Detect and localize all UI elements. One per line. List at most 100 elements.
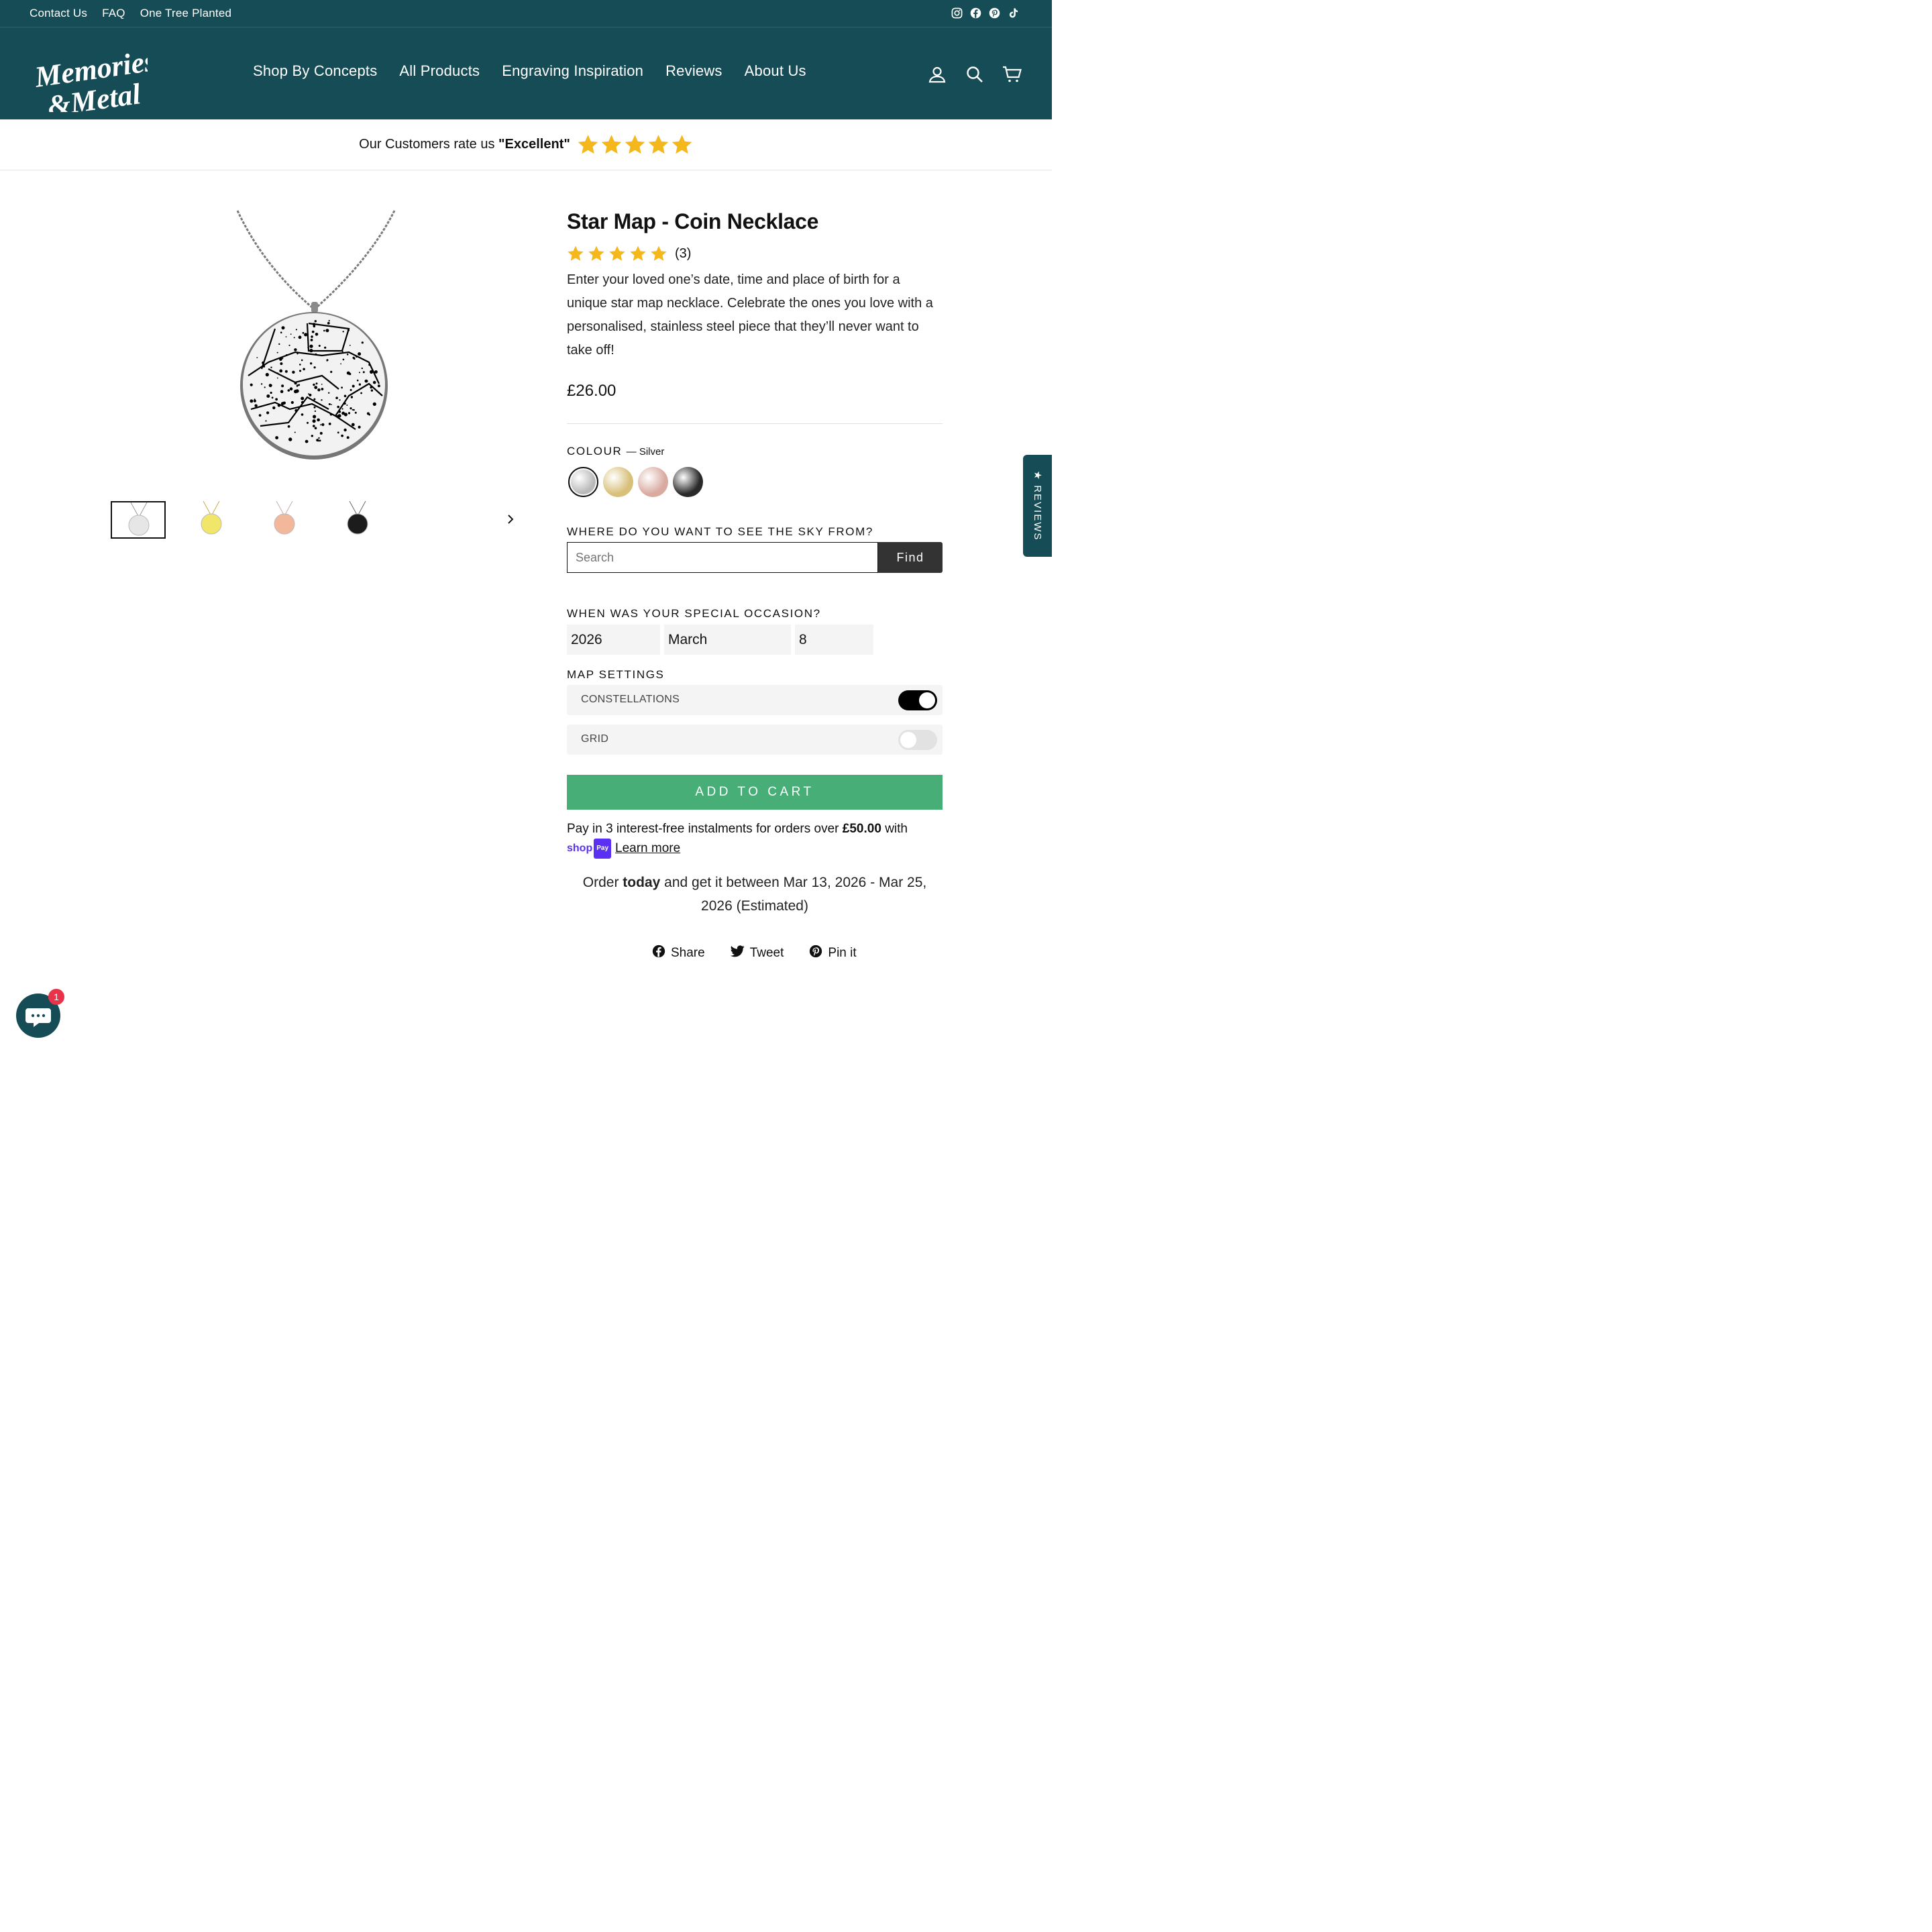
one-tree-planted-link[interactable]: One Tree Planted <box>140 7 231 20</box>
constellations-label: CONSTELLATIONS <box>581 694 680 705</box>
delivery-dates: and get it between Mar 13, 2026 - Mar 25… <box>660 875 927 914</box>
thumbnail-gold[interactable] <box>184 500 239 539</box>
star-icon <box>609 246 625 261</box>
reviews-tab-label: ★ REVIEWS <box>1031 470 1043 541</box>
swatch-gold[interactable] <box>603 467 633 497</box>
grid-toggle[interactable] <box>898 730 937 750</box>
toggle-knob <box>919 692 935 708</box>
year-select[interactable]: 2026 <box>567 625 660 655</box>
instagram-icon[interactable] <box>951 7 963 19</box>
location-label: Where do you want to see the sky from? <box>567 525 873 538</box>
review-count[interactable]: (3) <box>675 246 691 262</box>
location-search-input[interactable] <box>567 542 878 573</box>
contact-us-link[interactable]: Contact Us <box>30 7 87 20</box>
share-pinterest[interactable]: Pin it <box>809 945 857 962</box>
product-price: £26.00 <box>567 382 616 400</box>
thumbnail-black[interactable] <box>331 500 386 539</box>
facebook-icon <box>652 945 665 962</box>
day-select[interactable]: 8 <box>795 625 873 655</box>
product-thumbnails <box>111 500 527 540</box>
faq-link[interactable]: FAQ <box>102 7 125 20</box>
nav-shop-by-concepts[interactable]: Shop By Concepts <box>253 62 377 80</box>
share-label: Tweet <box>749 946 784 960</box>
star-icon <box>672 135 692 154</box>
shoppay-text-after: with <box>881 822 908 836</box>
customer-rating-bar: Our Customers rate us "Excellent" <box>0 119 1052 170</box>
shop-pay-logo: shop Pay <box>567 839 612 859</box>
pinterest-icon <box>809 945 822 962</box>
location-search: Find <box>567 542 943 573</box>
social-share: Share Tweet Pin it <box>652 945 857 962</box>
star-icon <box>578 135 598 154</box>
star-icon <box>568 246 584 261</box>
share-label: Pin it <box>828 946 857 960</box>
shop-pay-logo-pay: Pay <box>594 839 612 859</box>
rating-prefix: Our Customers rate us <box>359 137 499 152</box>
shop-pay-message: Pay in 3 interest-free instalments for o… <box>567 820 949 859</box>
nav-about-us[interactable]: About Us <box>745 62 806 80</box>
colour-label-text: Colour <box>567 445 623 458</box>
occasion-date: 2026 March 8 <box>567 625 873 655</box>
month-select[interactable]: March <box>664 625 791 655</box>
find-button[interactable]: Find <box>878 542 943 573</box>
chevron-right-icon[interactable] <box>506 513 515 529</box>
top-utility-bar: Contact Us FAQ One Tree Planted <box>0 0 1052 28</box>
star-icon <box>651 246 667 261</box>
social-links <box>951 7 1020 19</box>
pinterest-icon[interactable] <box>988 7 1001 19</box>
brand-logo[interactable]: Memories &Metal <box>32 38 158 123</box>
constellations-toggle[interactable] <box>898 690 937 710</box>
colour-selected-value: — Silver <box>626 446 665 458</box>
swatch-silver[interactable] <box>568 467 598 497</box>
product-rating[interactable]: (3) <box>567 245 691 262</box>
star-icon <box>588 246 604 261</box>
site-header: Memories &Metal Shop By Concepts All Pro… <box>0 28 1052 123</box>
top-links: Contact Us FAQ One Tree Planted <box>30 0 231 27</box>
map-settings-label: Map settings <box>567 668 665 681</box>
product-title: Star Map - Coin Necklace <box>567 209 819 233</box>
star-icon <box>601 135 622 154</box>
product-main-image[interactable] <box>228 208 402 463</box>
twitter-icon <box>730 945 745 961</box>
account-icon[interactable] <box>927 64 947 85</box>
share-facebook[interactable]: Share <box>652 945 705 962</box>
search-icon[interactable] <box>965 64 985 85</box>
reviews-side-tab[interactable]: ★ REVIEWS <box>1023 455 1052 557</box>
add-to-cart-button[interactable]: ADD TO CART <box>567 775 943 810</box>
thumbnail-silver[interactable] <box>111 501 166 539</box>
shop-pay-logo-shop: shop <box>567 843 593 854</box>
rating-stars <box>577 133 693 156</box>
star-icon <box>648 135 669 154</box>
product-description: Enter your loved one’s date, time and pl… <box>567 272 933 358</box>
delivery-today: today <box>623 875 661 890</box>
tiktok-icon[interactable] <box>1007 7 1020 19</box>
grid-setting: GRID <box>567 724 943 755</box>
nav-engraving-inspiration[interactable]: Engraving Inspiration <box>502 62 643 80</box>
swatch-rose-gold[interactable] <box>638 467 668 497</box>
rating-stars-small <box>567 245 667 262</box>
star-icon <box>630 246 646 261</box>
star-icon <box>625 135 645 154</box>
swatch-black[interactable] <box>673 467 703 497</box>
cart-icon[interactable] <box>1002 64 1022 85</box>
chat-notification-badge: 1 <box>48 989 64 1005</box>
main-nav: Shop By Concepts All Products Engraving … <box>253 62 806 80</box>
delivery-estimate: Order today and get it between Mar 13, 2… <box>567 871 943 918</box>
facebook-icon[interactable] <box>969 7 982 19</box>
delivery-prefix: Order <box>582 875 623 890</box>
grid-label: GRID <box>581 733 609 745</box>
divider <box>567 423 943 424</box>
shoppay-amount: £50.00 <box>842 822 881 836</box>
nav-all-products[interactable]: All Products <box>399 62 480 80</box>
colour-swatches <box>568 467 703 497</box>
rating-word: "Excellent" <box>498 137 570 152</box>
constellations-setting: CONSTELLATIONS <box>567 685 943 715</box>
share-twitter[interactable]: Tweet <box>730 945 784 962</box>
rating-text: Our Customers rate us "Excellent" <box>359 137 570 152</box>
occasion-label: When was your special occasion? <box>567 607 821 620</box>
thumbnail-rose-gold[interactable] <box>258 500 313 539</box>
shoppay-text: Pay in 3 interest-free instalments for o… <box>567 822 843 836</box>
nav-reviews[interactable]: Reviews <box>665 62 722 80</box>
learn-more-link[interactable]: Learn more <box>615 841 680 855</box>
colour-label: Colour — Silver <box>567 445 664 458</box>
